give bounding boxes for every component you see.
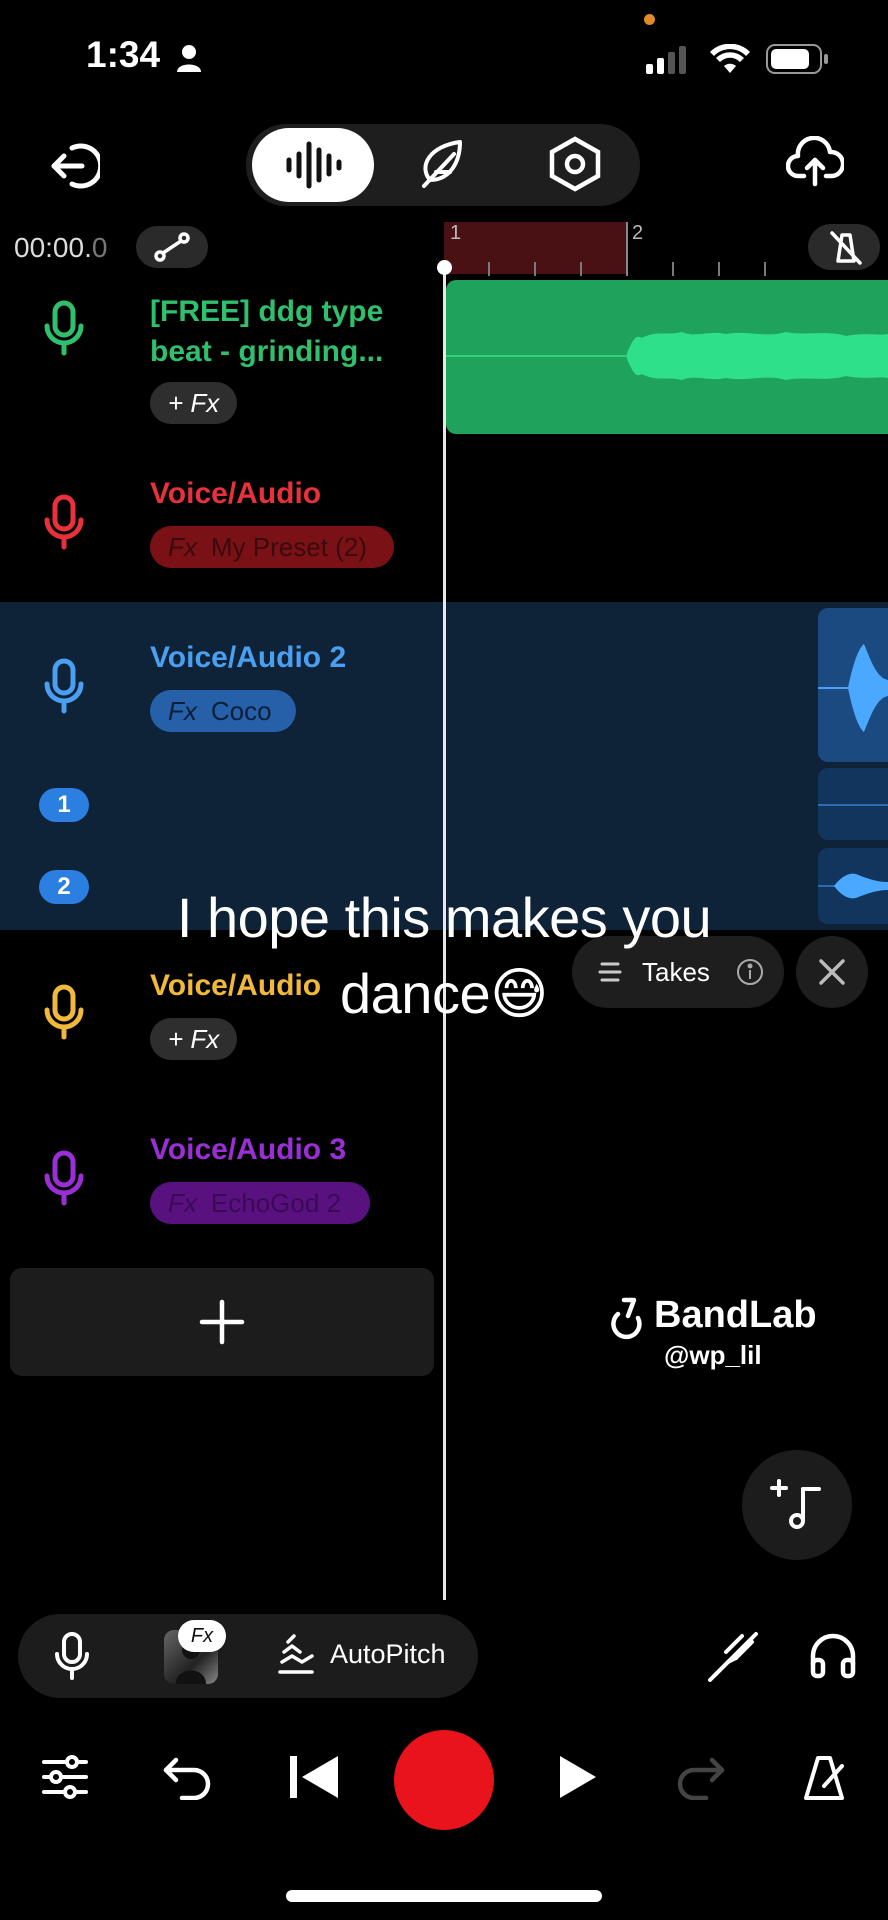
track-2-fx-preset[interactable]: Fx My Preset (2) bbox=[150, 526, 394, 568]
track-3-name[interactable]: Voice/Audio 2 bbox=[150, 638, 346, 678]
time-display: 00:00.0 bbox=[14, 232, 108, 263]
undo-icon bbox=[163, 1757, 211, 1801]
watermark-brand: BandLab bbox=[654, 1294, 817, 1336]
close-icon bbox=[819, 959, 845, 985]
metronome-icon bbox=[804, 1756, 844, 1800]
play-button[interactable] bbox=[558, 1754, 598, 1805]
take-line bbox=[818, 804, 888, 806]
ruler-tick bbox=[672, 262, 674, 276]
headphones-icon bbox=[810, 1633, 856, 1679]
watermark-handle: @wp_lil bbox=[664, 1340, 762, 1370]
waveform bbox=[446, 332, 888, 380]
track-1-mic-icon[interactable] bbox=[44, 300, 84, 356]
add-music-note-icon bbox=[770, 1479, 821, 1529]
add-loop-button[interactable] bbox=[742, 1450, 852, 1560]
bandlab-logo-icon bbox=[604, 1296, 648, 1345]
play-icon bbox=[560, 1756, 596, 1798]
take-clip-2[interactable] bbox=[818, 848, 888, 924]
battery-icon bbox=[766, 44, 830, 79]
tab-settings[interactable] bbox=[548, 136, 602, 197]
ruler-tick bbox=[488, 262, 490, 276]
ruler-marker-2: 2 bbox=[632, 222, 644, 244]
mic-icon bbox=[55, 1632, 89, 1680]
caption-line-1: I hope this makes you bbox=[176, 886, 712, 949]
ruler-marker-1: 1 bbox=[450, 222, 462, 244]
track-3-fx-preset[interactable]: Fx Coco bbox=[150, 690, 296, 732]
track-2-mic-icon[interactable] bbox=[44, 494, 84, 550]
take-1-badge[interactable]: 1 bbox=[39, 788, 89, 822]
ruler-bar-line bbox=[626, 222, 628, 276]
ruler-tick bbox=[580, 262, 582, 276]
tab-waveform[interactable] bbox=[252, 128, 374, 202]
track-5-fx-preset[interactable]: Fx EchoGod 2 bbox=[150, 1182, 370, 1224]
track-1-name[interactable]: [FREE] ddg type beat - grinding... bbox=[150, 292, 420, 372]
ruler-tick bbox=[534, 262, 536, 276]
track-2-name[interactable]: Voice/Audio bbox=[150, 474, 321, 514]
waveform-icon bbox=[286, 141, 342, 189]
redo-button bbox=[674, 1754, 726, 1805]
sliders-icon bbox=[42, 1755, 88, 1799]
nodes-icon bbox=[154, 232, 190, 262]
undo-button[interactable] bbox=[162, 1754, 214, 1805]
waveform bbox=[818, 873, 888, 899]
autopitch-button[interactable]: AutoPitch bbox=[276, 1632, 446, 1676]
track-5-name[interactable]: Voice/Audio 3 bbox=[150, 1130, 346, 1170]
autopitch-icon bbox=[278, 1634, 314, 1674]
headphones-button[interactable] bbox=[808, 1630, 858, 1685]
tab-lyrics[interactable] bbox=[414, 136, 470, 197]
record-button[interactable] bbox=[394, 1730, 494, 1830]
home-indicator[interactable] bbox=[286, 1890, 602, 1902]
track-4-mic-icon[interactable] bbox=[44, 984, 84, 1040]
hex-nut-icon bbox=[549, 136, 601, 192]
rewind-button[interactable] bbox=[288, 1754, 340, 1805]
person-icon bbox=[176, 44, 202, 77]
cellular-signal-icon bbox=[646, 46, 686, 79]
skip-back-icon bbox=[290, 1756, 338, 1798]
track-3-mic-icon[interactable] bbox=[44, 658, 84, 714]
take-clip-main[interactable] bbox=[818, 608, 888, 762]
mixer-button[interactable] bbox=[40, 1752, 90, 1807]
track-5-mic-icon[interactable] bbox=[44, 1150, 84, 1206]
exit-button[interactable] bbox=[48, 140, 100, 192]
caption-line-2: dance😅 bbox=[340, 962, 548, 1025]
input-mic-button[interactable] bbox=[54, 1632, 90, 1685]
ruler-tick bbox=[764, 262, 766, 276]
waveform bbox=[818, 644, 888, 732]
tuning-fork-off-icon bbox=[708, 1632, 758, 1682]
wifi-icon bbox=[710, 43, 750, 79]
track-1-clip[interactable] bbox=[446, 280, 888, 434]
fx-badge: Fx bbox=[178, 1620, 226, 1652]
automation-button[interactable] bbox=[136, 226, 208, 268]
metronome-off-button[interactable] bbox=[808, 224, 880, 270]
upload-cloud-button[interactable] bbox=[786, 136, 844, 188]
autopitch-label: AutoPitch bbox=[330, 1638, 446, 1669]
feather-icon bbox=[422, 140, 462, 188]
metronome-button[interactable] bbox=[798, 1752, 850, 1807]
plus-icon bbox=[199, 1299, 245, 1345]
loop-region[interactable] bbox=[444, 222, 628, 274]
status-time: 1:34 bbox=[86, 34, 161, 75]
redo-icon bbox=[677, 1757, 725, 1801]
playhead-knob[interactable] bbox=[437, 260, 452, 275]
privacy-indicator bbox=[644, 14, 655, 25]
track-1-fx-button[interactable]: + Fx bbox=[150, 382, 238, 424]
take-clip-1[interactable] bbox=[818, 768, 888, 840]
add-track-button[interactable] bbox=[10, 1268, 434, 1376]
tuner-off-button[interactable] bbox=[706, 1630, 760, 1689]
ruler-tick bbox=[718, 262, 720, 276]
metronome-off-icon bbox=[830, 231, 862, 265]
